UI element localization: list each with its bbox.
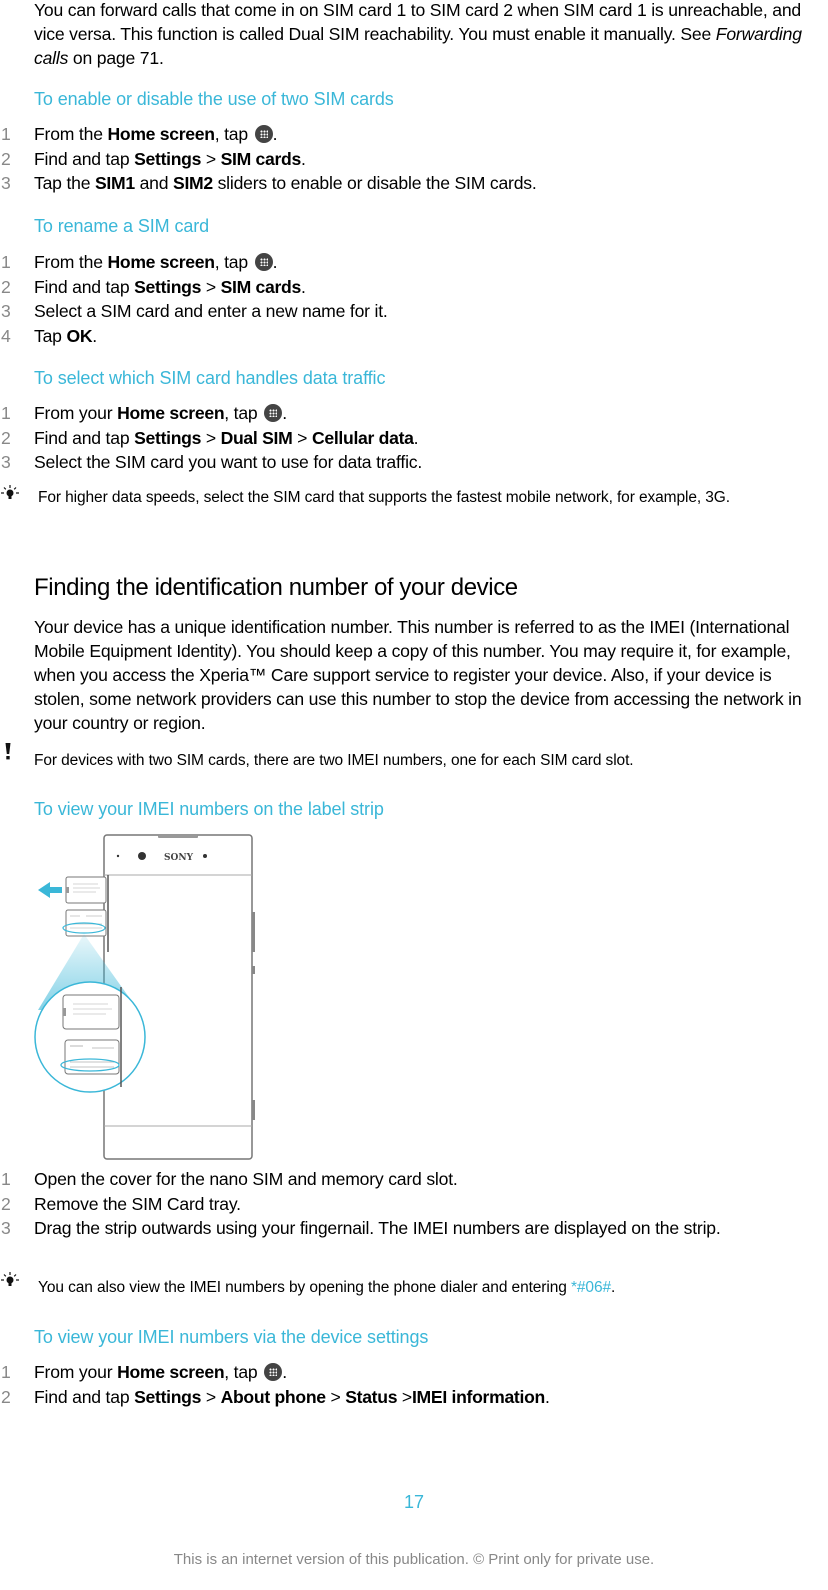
pull-arrow-icon bbox=[38, 882, 62, 898]
warning-two-imei: For devices with two SIM cards, there ar… bbox=[34, 752, 634, 769]
app-drawer-icon bbox=[264, 404, 283, 422]
exclamation-warning-icon bbox=[5, 743, 11, 760]
lightbulb-tip-icon bbox=[1, 485, 19, 499]
phone-label-strip-illustration: SONY bbox=[34, 834, 255, 1160]
step: 3 Tap the SIM1 and SIM2 sliders to enabl… bbox=[1, 173, 537, 193]
manual-page: You can forward calls that come in on SI… bbox=[0, 0, 828, 1590]
step: 3 Drag the strip outwards using your fin… bbox=[1, 1218, 721, 1238]
section-title-device-settings: To view your IMEI numbers via the device… bbox=[34, 1327, 429, 1347]
steps-data-traffic: 1 From your Home screen, tap . 2 Find an… bbox=[0, 401, 828, 475]
app-drawer-icon bbox=[254, 253, 273, 271]
footer-notice: This is an internet version of this publ… bbox=[173, 1551, 655, 1568]
step: 2 Find and tap Settings > SIM cards. bbox=[1, 148, 306, 169]
intro-paragraph: You can forward calls that come in on SI… bbox=[34, 0, 802, 68]
steps-device-settings: 1 From your Home screen, tap . 2 Find an… bbox=[0, 1360, 828, 1409]
heading-imei: Finding the identification number of you… bbox=[34, 574, 518, 601]
page-number: 17 bbox=[403, 1492, 425, 1512]
step: 1 From the Home screen, tap . bbox=[1, 124, 278, 144]
step: 4 Tap OK. bbox=[1, 325, 97, 346]
step: 1 From the Home screen, tap . bbox=[1, 252, 278, 272]
sony-logo: SONY bbox=[164, 853, 194, 863]
steps-label-strip: 1 Open the cover for the nano SIM and me… bbox=[0, 1167, 828, 1264]
step: 2 Find and tap Settings > SIM cards. bbox=[1, 276, 306, 297]
section-title-rename-sim: To rename a SIM card bbox=[34, 216, 210, 236]
section-title-enable-sim: To enable or disable the use of two SIM … bbox=[34, 89, 394, 109]
step: 1 Open the cover for the nano SIM and me… bbox=[1, 1169, 458, 1189]
steps-enable-sim: 1 From the Home screen, tap . 2 Find and… bbox=[0, 122, 828, 196]
step: 3 Select a SIM card and enter a new name… bbox=[1, 301, 388, 321]
step: 2 Remove the SIM Card tray. bbox=[1, 1193, 241, 1214]
step: 2 Find and tap Settings > About phone > … bbox=[1, 1386, 550, 1407]
step: 1 From your Home screen, tap . bbox=[1, 403, 287, 423]
step: 3 Select the SIM card you want to use fo… bbox=[1, 452, 423, 472]
app-drawer-icon bbox=[264, 1363, 283, 1381]
step: 1 From your Home screen, tap . bbox=[1, 1362, 287, 1382]
imei-dial-code: *#06# bbox=[570, 1279, 611, 1296]
lightbulb-tip-icon bbox=[1, 1272, 19, 1286]
app-drawer-icon bbox=[254, 125, 273, 143]
step: 2 Find and tap Settings > Dual SIM > Cel… bbox=[1, 427, 419, 448]
tip-data-speed: For higher data speeds, select the SIM c… bbox=[38, 489, 730, 506]
section-title-data-traffic: To select which SIM card handles data tr… bbox=[34, 368, 386, 388]
imei-paragraph: Your device has a unique identification … bbox=[34, 617, 802, 733]
steps-rename-sim: 1 From the Home screen, tap . 2 Find and… bbox=[0, 250, 828, 348]
tip-dialer-code: You can also view the IMEI numbers by op… bbox=[38, 1279, 616, 1296]
section-title-label-strip: To view your IMEI numbers on the label s… bbox=[34, 799, 384, 819]
